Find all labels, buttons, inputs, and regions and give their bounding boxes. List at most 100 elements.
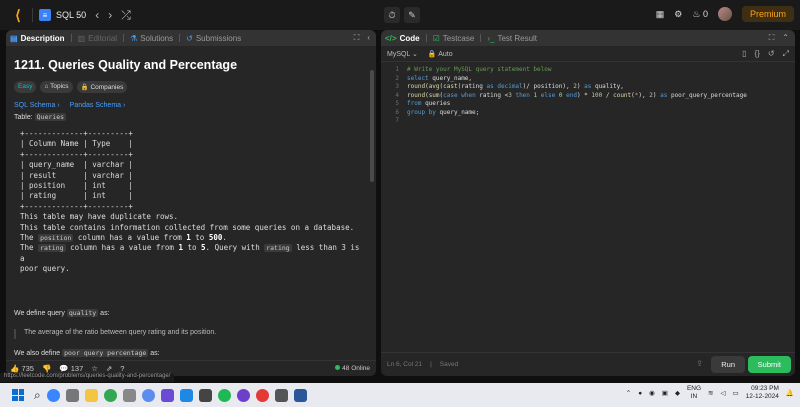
code-panel: </> Code ☑ Testcase ›_ Test Result ⛶ ⌃ MySQ…	[381, 30, 795, 376]
flask-icon: ⚗	[130, 33, 138, 43]
document-icon: ▤	[10, 33, 18, 43]
volume-icon[interactable]: ◁	[721, 389, 726, 397]
right-tools: ▦ ⚙ ♨ 0 Premium	[656, 6, 794, 22]
divider	[425, 34, 427, 42]
notification-icon[interactable]: 🔔	[786, 389, 794, 397]
bookmark-icon[interactable]: ▯	[742, 49, 746, 59]
auto-toggle[interactable]: 🔒 Auto	[428, 50, 453, 58]
inline-code: rating	[38, 244, 66, 253]
app-icon[interactable]	[274, 388, 288, 402]
tab-test-result[interactable]: ›_ Test Result	[487, 34, 537, 43]
dislike-button[interactable]: 👎	[42, 364, 51, 373]
tab-testcase[interactable]: ☑ Testcase	[433, 34, 475, 43]
braces-icon[interactable]: {}	[755, 49, 760, 59]
pandas-schema-link[interactable]: Pandas Schema ›	[70, 102, 126, 109]
spotify-icon[interactable]	[217, 388, 231, 402]
blockquote: The average of the ratio between query r…	[14, 328, 362, 339]
share-icon[interactable]: ⇗	[106, 364, 112, 373]
status-url: https://leetcode.com/problems/queries-qu…	[0, 373, 175, 382]
value: 1	[186, 233, 191, 243]
avatar[interactable]	[717, 7, 732, 21]
chrome-icon[interactable]	[255, 388, 269, 402]
tray-app-icon[interactable]: ◆	[675, 389, 680, 397]
expand-icon[interactable]: ⛶	[354, 33, 360, 43]
streak-counter[interactable]: ♨ 0	[692, 9, 708, 20]
shuffle-icon[interactable]: ⤮	[121, 8, 131, 23]
streak-count: 0	[702, 8, 708, 19]
teams-icon[interactable]	[160, 388, 174, 402]
gear-icon[interactable]: ⚙	[674, 9, 682, 20]
tab-submissions[interactable]: ↺ Submissions	[186, 34, 241, 43]
search-icon[interactable]: ⌕	[34, 388, 41, 403]
tab-label: Testcase	[442, 33, 475, 43]
inline-code: rating	[264, 244, 292, 253]
text: column has a value from	[77, 233, 182, 243]
tab-label: Submissions	[195, 33, 242, 43]
comments-button[interactable]: 💬 137	[59, 364, 83, 373]
tray-app-icon[interactable]: ●	[638, 390, 642, 397]
taskview-icon[interactable]	[65, 388, 79, 402]
like-button[interactable]: 👍 735	[10, 364, 34, 373]
submit-button[interactable]: Submit	[747, 356, 791, 373]
chevron-right-icon[interactable]: ›	[108, 8, 112, 22]
language-label: MySQL	[387, 50, 411, 58]
github-icon[interactable]	[236, 388, 250, 402]
timer-icon[interactable]: ⏱	[384, 7, 400, 23]
clock[interactable]: 09:23 PM 12-12-2024	[746, 385, 779, 401]
word-icon[interactable]	[293, 388, 307, 402]
left-tabs: ▤ Description ▥ Editorial ⚗ Solutions ↺ Subm…	[6, 30, 376, 46]
battery-icon[interactable]: ▭	[733, 389, 739, 397]
topics-button[interactable]: ⌂ Topics	[40, 81, 73, 93]
chevron-up-icon[interactable]: ⌃	[626, 389, 631, 397]
file-explorer-icon[interactable]	[84, 388, 98, 402]
run-button[interactable]: Run	[711, 356, 745, 373]
app-icon[interactable]	[198, 388, 212, 402]
tab-description[interactable]: ▤ Description	[10, 34, 65, 43]
fullscreen-icon[interactable]: ⤢	[783, 49, 789, 59]
leetcode-logo-icon[interactable]: ⟨	[10, 7, 26, 23]
app-icon[interactable]	[103, 388, 117, 402]
vscode-icon[interactable]	[179, 388, 193, 402]
chevron-left-icon[interactable]: ‹	[95, 8, 99, 22]
chevron-up-icon[interactable]: ⌃	[782, 33, 789, 43]
value: 1	[178, 243, 183, 253]
editor-tools: ▯ {} ↺ ⤢	[742, 49, 789, 59]
star-icon[interactable]: ☆	[91, 364, 98, 373]
tab-label: Code	[399, 33, 420, 43]
language-indicator[interactable]: ENG IN	[687, 385, 701, 401]
code-editor[interactable]: 1 2 3 4 5 6 7 # Write your MySQL query s…	[381, 66, 795, 336]
tab-solutions[interactable]: ⚗ Solutions	[130, 34, 173, 43]
windows-start-icon[interactable]	[12, 389, 24, 401]
sql-schema-link[interactable]: SQL Schema ›	[14, 102, 60, 109]
chevron-left-icon[interactable]: ‹	[367, 33, 370, 43]
panel-controls: ⛶ ⌃	[769, 33, 789, 43]
tray-app-icon[interactable]: ▣	[662, 389, 668, 397]
notes-icon[interactable]: ✎	[404, 7, 420, 23]
thumbs-down-icon: 👎	[41, 364, 52, 373]
premium-button[interactable]: Premium	[741, 6, 794, 22]
description-text: This table may have duplicate rows. This…	[20, 212, 362, 274]
copilot-icon[interactable]	[46, 388, 60, 402]
expand-icon[interactable]: ⛶	[769, 33, 775, 43]
scrollbar[interactable]	[370, 70, 374, 182]
comment-icon: 💬	[59, 364, 69, 373]
app-icon[interactable]	[122, 388, 136, 402]
reset-icon[interactable]: ↺	[768, 49, 775, 59]
companies-button[interactable]: 🔒 Companies	[76, 81, 128, 93]
definition-poor-percentage: We also define poor query percentage as:	[14, 348, 362, 357]
lock-icon: 🔒	[80, 84, 89, 91]
companies-label: Companies	[90, 84, 124, 91]
tab-code[interactable]: </> Code	[385, 34, 420, 43]
right-tabs: </> Code ☑ Testcase ›_ Test Result ⛶ ⌃	[381, 30, 795, 46]
app-icon[interactable]	[141, 388, 155, 402]
layout-grid-icon[interactable]: ▦	[656, 9, 665, 20]
table-prefix: Table:	[14, 114, 33, 121]
wifi-icon[interactable]: ≋	[708, 389, 713, 397]
upload-icon[interactable]: ⇪	[696, 359, 703, 368]
difficulty-badge: Easy	[14, 81, 37, 93]
language-select[interactable]: MySQL ⌄	[387, 50, 418, 58]
tray-app-icon[interactable]: ◉	[649, 389, 655, 397]
tab-editorial[interactable]: ▥ Editorial	[78, 34, 117, 43]
problem-list-button[interactable]: ≡ SQL 50	[39, 9, 86, 21]
help-icon[interactable]: ?	[120, 364, 124, 373]
